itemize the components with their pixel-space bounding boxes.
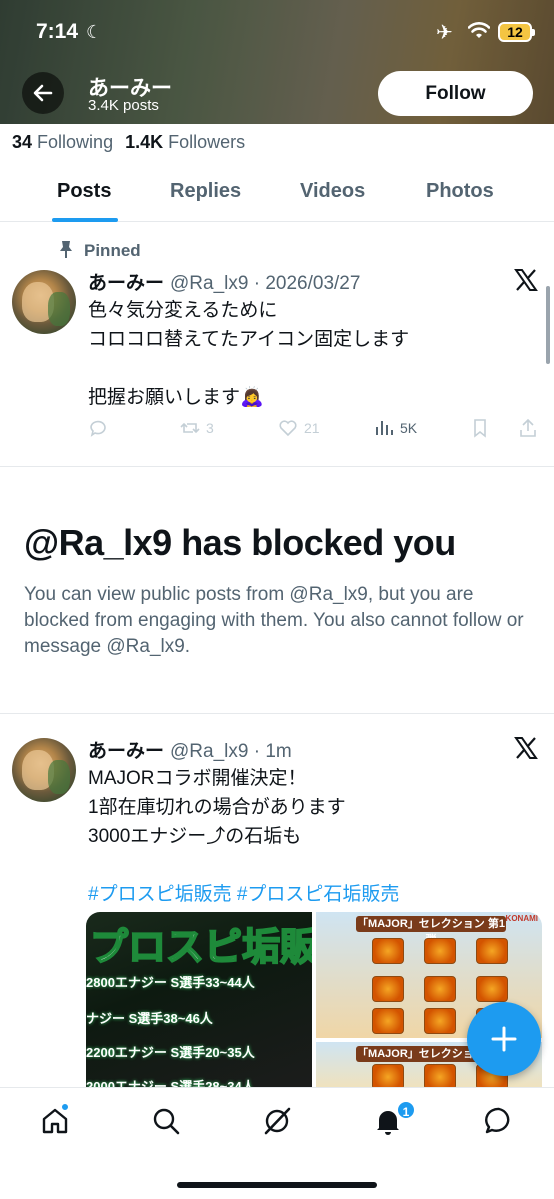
airplane-icon: ✈	[436, 22, 453, 44]
retweet-count: 3	[206, 420, 214, 436]
reply-button[interactable]	[88, 418, 108, 438]
post-line: 3000エナジー⤴︎の石垢も	[88, 826, 302, 847]
follow-button[interactable]: Follow	[378, 71, 533, 116]
post-author[interactable]: あーみー @Ra_lx9 · 1m	[88, 736, 292, 763]
post-media-grid[interactable]: プロスピ垢販売 2800エナジー S選手33~44人 ナジー S選手38~46人…	[86, 912, 542, 1092]
tab-photos[interactable]: Photos	[426, 180, 494, 203]
x-logo-icon	[514, 737, 538, 759]
post-author[interactable]: あーみー @Ra_lx9 · 2026/03/27	[88, 268, 360, 295]
following-link[interactable]: 34 Following	[12, 132, 113, 152]
home-indicator[interactable]	[177, 1182, 377, 1188]
moon-icon: ☾	[86, 22, 103, 42]
post-hashtags[interactable]: #プロスピ垢販売 #プロスピ石垢販売	[88, 880, 399, 909]
post-author-name: あーみー	[88, 741, 165, 762]
wifi-icon	[468, 22, 490, 38]
x-logo-icon	[514, 269, 538, 291]
blocked-title: @Ra_lx9 has blocked you	[24, 522, 456, 563]
retweet-button[interactable]: 3	[180, 418, 214, 438]
search-icon[interactable]	[151, 1106, 181, 1136]
scrollbar[interactable]	[546, 286, 550, 364]
plus-icon	[491, 1026, 517, 1052]
bottom-navigation: 1	[0, 1087, 554, 1199]
post-line: コロコロ替えてたアイコン固定します	[88, 329, 410, 350]
tab-posts[interactable]: Posts	[57, 180, 111, 203]
divider	[0, 466, 554, 467]
post-line: MAJORコラボ開催決定！	[88, 768, 307, 789]
post-line-blank	[88, 354, 409, 383]
post-line-blank	[88, 851, 399, 880]
share-icon	[520, 418, 536, 437]
views-button[interactable]: 5K	[374, 418, 417, 438]
status-time: 7:14	[36, 20, 79, 43]
views-icon	[376, 421, 393, 435]
pinned-label: Pinned	[84, 241, 141, 260]
media-right-banner: 「MAJOR」セレクション 第1弾	[356, 916, 506, 946]
post-line: 色々気分変えるために	[88, 300, 278, 321]
pin-icon	[60, 241, 72, 258]
post-text: MAJORコラボ開催決定！ 1部在庫切れの場合があります 3000エナジー⤴︎の…	[88, 764, 399, 909]
player-card	[424, 976, 456, 1002]
media-right-brand: KONAMI	[505, 914, 538, 923]
player-card	[372, 976, 404, 1002]
arrow-left-icon	[33, 84, 53, 102]
player-card	[424, 938, 456, 964]
player-card	[372, 938, 404, 964]
media-left-row: 2200エナジー S選手20~35人	[86, 1045, 255, 1060]
active-tab-indicator	[52, 218, 118, 222]
profile-tabs: Posts Replies Videos Photos	[0, 164, 554, 222]
followers-count: 1.4K	[125, 132, 164, 152]
post-line: 把握お願いします🙇‍♀️	[88, 387, 264, 408]
heart-icon	[279, 420, 297, 437]
tab-replies[interactable]: Replies	[170, 180, 241, 203]
retweet-icon	[180, 422, 200, 434]
player-card	[424, 1008, 456, 1034]
views-count: 5K	[400, 420, 418, 436]
status-bar: 7:14 ☾ ✈ 12	[0, 18, 554, 50]
compose-post-button[interactable]	[467, 1002, 541, 1076]
reply-icon	[90, 420, 106, 437]
post-line: 1部在庫切れの場合があります	[88, 797, 346, 818]
following-count: 34	[12, 132, 33, 152]
player-card	[476, 976, 508, 1002]
header-posts-count: 3.4K posts	[88, 97, 159, 114]
followers-link[interactable]: 1.4K Followers	[125, 132, 245, 152]
media-left-row: ナジー S選手38~46人	[86, 1011, 213, 1026]
bookmark-icon	[474, 419, 486, 438]
following-label: Following	[37, 132, 114, 152]
player-card	[372, 1008, 404, 1034]
pinned-indicator: Pinned	[58, 240, 141, 261]
media-left-row: 2800エナジー S選手33~44人	[86, 975, 255, 990]
like-button[interactable]: 21	[278, 418, 320, 438]
media-left-title: プロスピ垢販売	[89, 926, 312, 970]
media-image-left[interactable]: プロスピ垢販売 2800エナジー S選手33~44人 ナジー S選手38~46人…	[86, 912, 312, 1092]
like-count: 21	[304, 420, 320, 436]
follow-stats: 34 Following 1.4K Followers	[12, 132, 245, 153]
avatar[interactable]	[12, 738, 76, 802]
post-handle-time: @Ra_lx9 · 1m	[170, 741, 292, 762]
blocked-message: You can view public posts from @Ra_lx9, …	[24, 584, 524, 657]
home-unread-dot	[60, 1102, 70, 1112]
followers-label: Followers	[168, 132, 246, 152]
grok-icon[interactable]	[262, 1106, 292, 1136]
notification-badge: 1	[396, 1100, 416, 1120]
player-card	[476, 938, 508, 964]
share-button[interactable]	[518, 418, 538, 438]
divider	[0, 713, 554, 714]
battery-icon: 12	[498, 22, 535, 42]
messages-icon[interactable]	[484, 1106, 514, 1136]
post-handle-date: @Ra_lx9 · 2026/03/27	[170, 273, 361, 294]
avatar[interactable]	[12, 270, 76, 334]
post-actions: 3 21 5K	[88, 418, 540, 442]
back-button[interactable]	[22, 72, 64, 114]
tab-videos[interactable]: Videos	[300, 180, 365, 203]
post-text: 色々気分変えるために コロコロ替えてたアイコン固定します 把握お願いします🙇‍♀…	[88, 296, 409, 412]
bookmark-button[interactable]	[470, 418, 490, 438]
post-author-name: あーみー	[88, 273, 165, 294]
